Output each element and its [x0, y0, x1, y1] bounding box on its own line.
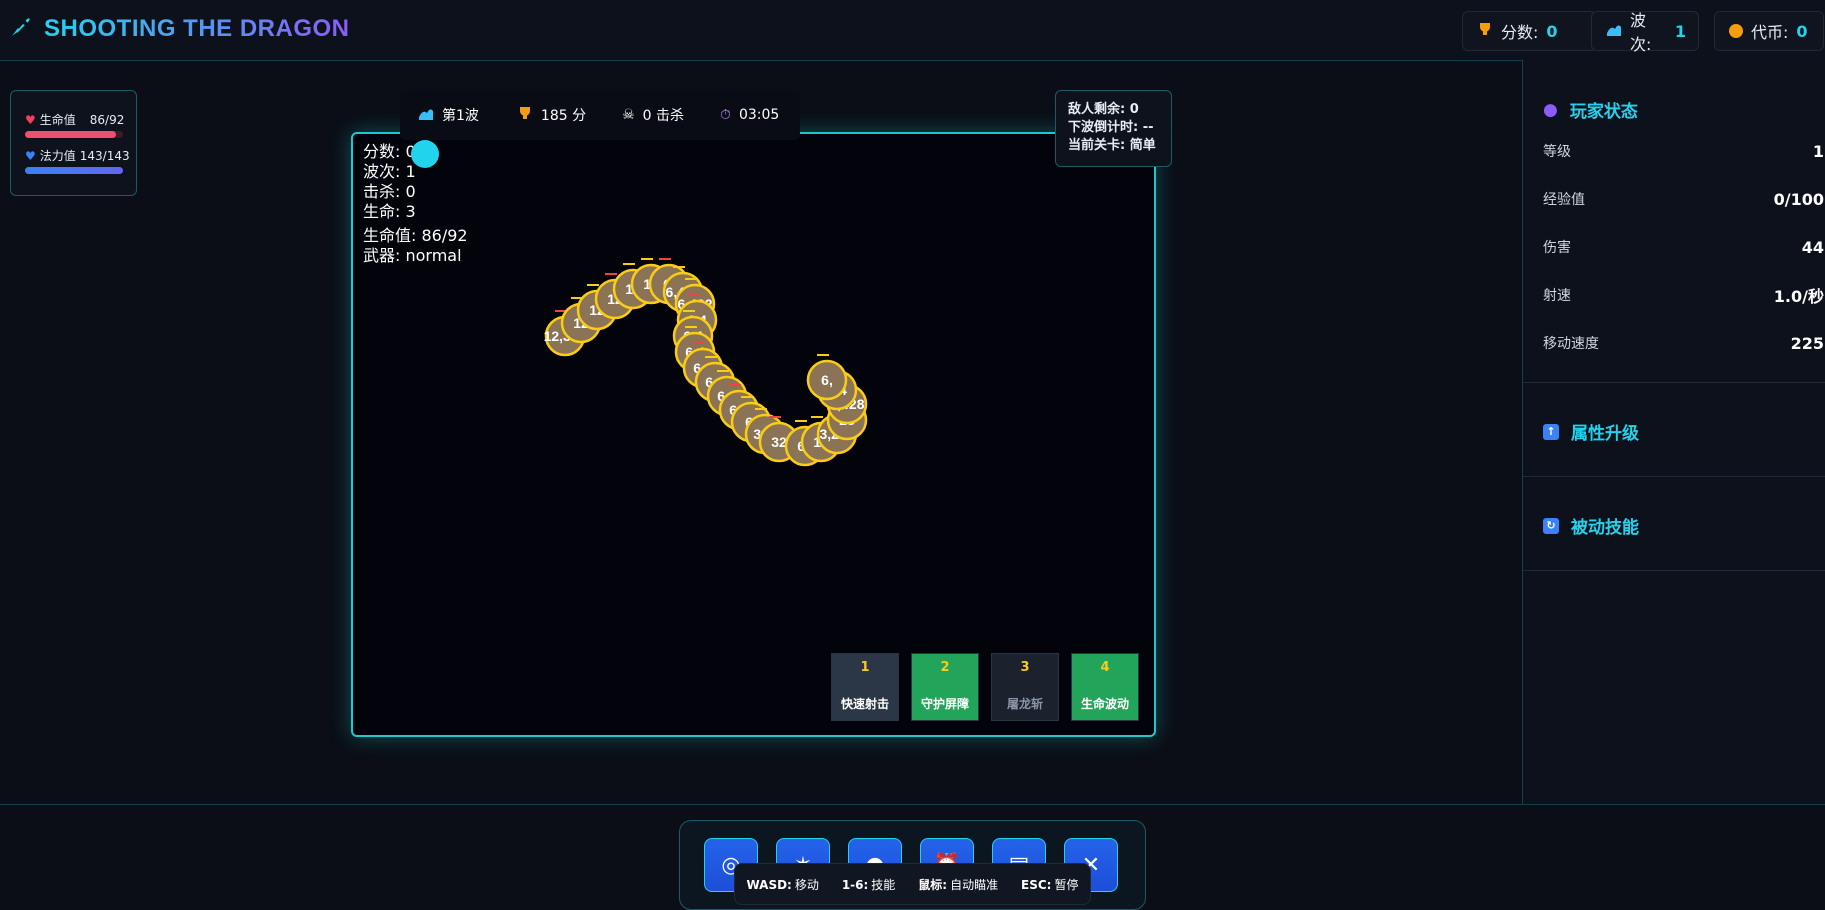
wave-value: 1 — [1674, 21, 1686, 41]
skill-slot-3[interactable]: 3 屠龙斩 — [991, 653, 1059, 721]
skill-slot-4[interactable]: 4 生命波动 — [1071, 653, 1139, 721]
divider — [1523, 476, 1825, 477]
app-title: SHOOTING THE DRAGON — [44, 15, 350, 42]
refresh-icon: ↻ — [1543, 517, 1559, 534]
current-level: 当前关卡: 简单 — [1068, 138, 1156, 153]
stat-label: 经验值 — [1543, 192, 1585, 208]
score-pill: 分数: 0 — [1462, 11, 1597, 51]
attribute-upgrade-title[interactable]: ↑ 属性升级 — [1543, 419, 1639, 444]
coin-icon — [1729, 24, 1743, 38]
divider — [1523, 570, 1825, 571]
dragon-segment-hp: 32 — [771, 434, 787, 450]
wave-hud-strip: 第1波 185 分 ☠ 0 击杀 ⏱ 03:05 — [400, 90, 800, 140]
skill-slot-2[interactable]: 2 守护屏障 — [911, 653, 979, 721]
skill-slot-1[interactable]: 1 快速射击 — [831, 653, 899, 721]
dragon-body: 12,36012121212126,6,4326,4326,46,46,46,4… — [544, 258, 868, 467]
key-hint-move: WASD: 移动 — [746, 877, 819, 892]
hp-value: 86/92 — [89, 112, 125, 127]
skill-key: 3 — [1020, 660, 1030, 675]
stopwatch-icon: ⏱ — [720, 107, 731, 123]
stat-row-movespeed: 移动速度 225 — [1543, 331, 1824, 355]
hud-time-text: 03:05 — [738, 107, 780, 123]
key-hint-esc: ESC: 暂停 — [1021, 877, 1079, 892]
stat-value: 44 — [1801, 237, 1824, 257]
mp-bar-track — [25, 167, 123, 174]
stat-row-damage: 伤害 44 — [1543, 235, 1824, 259]
skill-key: 1 — [860, 660, 870, 675]
trophy-icon — [517, 105, 533, 125]
hud-score: 185 分 — [517, 105, 586, 125]
skill-name: 守护屏障 — [920, 697, 969, 711]
mp-row: ♥ 法力值 143/143 — [25, 147, 130, 164]
user-icon: ● — [1543, 99, 1558, 120]
coin-label: 代币: — [1751, 23, 1789, 42]
divider — [1523, 382, 1825, 383]
stat-label: 伤害 — [1543, 240, 1571, 256]
key-hint-mouse: 鼠标: 自动瞄准 — [918, 877, 999, 892]
hp-row: ♥ 生命值 86/92 — [25, 111, 124, 128]
skill-name: 屠龙斩 — [1006, 697, 1043, 711]
wave-label: 波次: — [1630, 11, 1652, 54]
stat-value: 1 — [1812, 141, 1824, 161]
stat-label: 移动速度 — [1543, 336, 1599, 352]
skull-icon: ☠ — [622, 107, 635, 123]
mp-value: 143/143 — [79, 148, 130, 163]
wave-icon — [418, 105, 434, 125]
hp-label: 生命值 — [39, 113, 76, 127]
hud-wave-text: 第1波 — [442, 108, 479, 124]
coin-value: 0 — [1796, 21, 1808, 41]
rocket-icon — [8, 14, 34, 44]
wave-info-box: 敌人剩余: 0 下波倒计时: -- 当前关卡: 简单 — [1055, 90, 1172, 167]
skill-name: 生命波动 — [1080, 697, 1129, 711]
stat-row-level: 等级 1 — [1543, 139, 1824, 163]
trophy-icon — [1477, 21, 1493, 41]
mp-label: 法力值 — [39, 149, 76, 163]
wave-icon — [1606, 21, 1622, 41]
player-status-label: 玩家状态 — [1569, 102, 1638, 122]
skill-key: 4 — [1100, 660, 1110, 675]
next-wave-countdown: 下波倒计时: -- — [1068, 120, 1154, 135]
stat-label: 等级 — [1543, 144, 1571, 160]
key-hint-skills: 1-6: 技能 — [841, 877, 896, 892]
attribute-upgrade-label: 属性升级 — [1571, 424, 1639, 444]
dragon-segment: 6, — [806, 354, 848, 401]
stat-label: 射速 — [1543, 288, 1571, 304]
stat-row-exp: 经验值 0/100 — [1543, 187, 1824, 211]
skill-name: 快速射击 — [840, 697, 889, 711]
passive-skills-label: 被动技能 — [1571, 518, 1639, 538]
right-sidebar: ● 玩家状态 等级 1 经验值 0/100 伤害 44 射速 1.0/秒 移动速… — [1522, 60, 1825, 804]
hud-time: ⏱ 03:05 — [720, 107, 779, 123]
stat-value: 0/100 — [1773, 189, 1824, 209]
game-canvas[interactable]: 分数: 0 波次: 1 击杀: 0 生命: 3 生命值: 86/92 武器: n… — [351, 132, 1156, 737]
hud-kills: ☠ 0 击杀 — [622, 105, 684, 125]
arrow-up-icon: ↑ — [1543, 423, 1559, 440]
hud-score-text: 185 分 — [540, 108, 587, 124]
enemies-remaining: 敌人剩余: 0 — [1068, 102, 1139, 117]
wave-pill: 波次: 1 — [1591, 11, 1699, 54]
stat-row-firerate: 射速 1.0/秒 — [1543, 283, 1824, 307]
score-label: 分数: — [1501, 23, 1539, 42]
passive-skills-title[interactable]: ↻ 被动技能 — [1543, 513, 1639, 538]
player-status-title: ● 玩家状态 — [1543, 97, 1638, 123]
coin-pill: 代币: 0 — [1714, 11, 1824, 51]
stat-value: 1.0/秒 — [1773, 287, 1824, 306]
hp-bar-track — [25, 131, 123, 138]
mana-heart-icon: ♥ — [25, 148, 36, 163]
dragon-segment-hp: 6, — [821, 372, 833, 388]
logo: SHOOTING THE DRAGON — [8, 14, 350, 44]
hp-bar-fill — [25, 131, 117, 138]
skill-key: 2 — [940, 660, 950, 675]
heart-icon: ♥ — [25, 112, 36, 127]
hud-wave: 第1波 — [418, 105, 479, 125]
top-bar: SHOOTING THE DRAGON 分数: 0 波次: 1 代币: 0 — [0, 0, 1825, 61]
player-bars-panel: ♥ 生命值 86/92 ♥ 法力值 143/143 — [10, 90, 137, 196]
key-hints: WASD: 移动 1-6: 技能 鼠标: 自动瞄准 ESC: 暂停 — [734, 863, 1091, 905]
mp-bar-fill — [25, 167, 123, 174]
score-value: 0 — [1546, 21, 1558, 41]
hud-kills-text: 0 击杀 — [642, 108, 685, 124]
stat-value: 225 — [1790, 333, 1824, 353]
